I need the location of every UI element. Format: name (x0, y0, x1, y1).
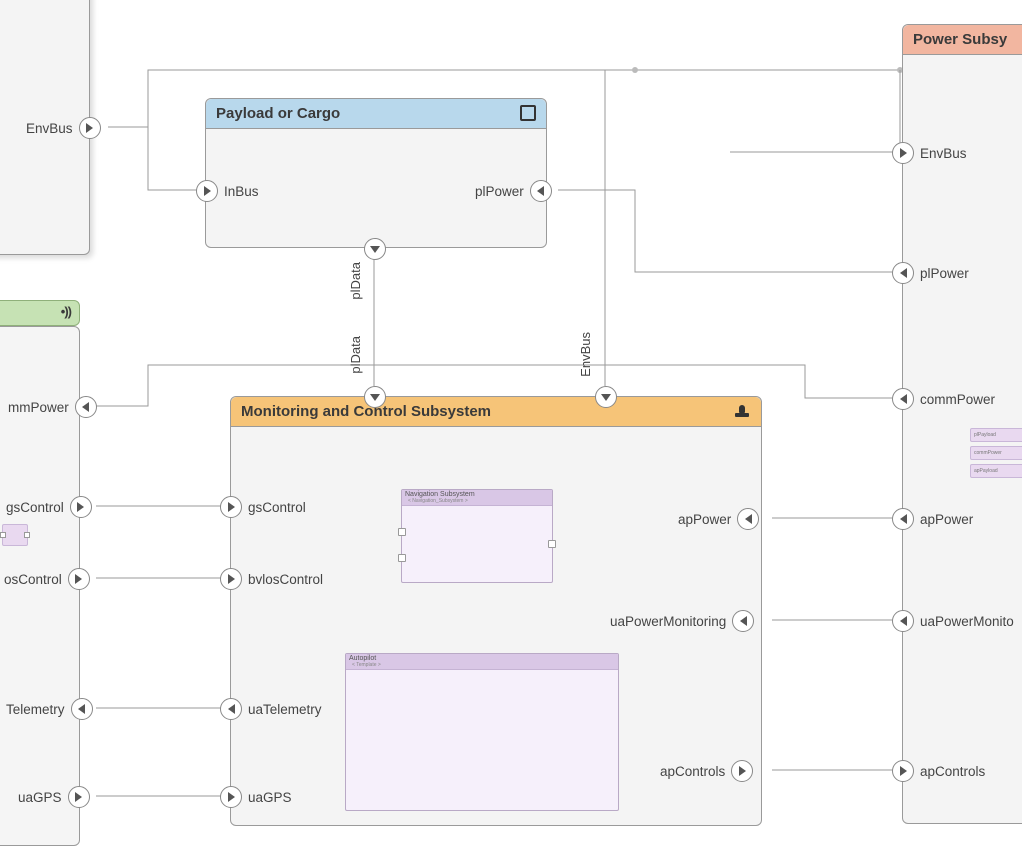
payload-block[interactable]: Payload or Cargo (205, 98, 547, 248)
pin-in-icon (220, 568, 242, 590)
port-monitor-envbus[interactable] (595, 386, 617, 408)
pin-out-icon (68, 786, 90, 808)
port-label: plPower (475, 184, 524, 199)
payload-title-text: Payload or Cargo (216, 105, 340, 122)
port-monitor-appower[interactable]: apPower (678, 508, 759, 530)
port-label: apPower (678, 512, 731, 527)
port-label: commPower (920, 392, 995, 407)
pin-out-icon (79, 117, 101, 139)
port-label: EnvBus (920, 146, 967, 161)
pin-down-icon (364, 386, 386, 408)
port-label: gsControl (248, 500, 306, 515)
port-label: uaPowerMonito (920, 614, 1014, 629)
port-envbus-out[interactable]: EnvBus (26, 117, 101, 139)
port-label: mmPower (8, 400, 69, 415)
port-label: InBus (224, 184, 259, 199)
payload-title: Payload or Cargo (206, 99, 546, 129)
pin-down-icon (364, 238, 386, 260)
port-monitor-bvloscontrol[interactable]: bvlosControl (220, 568, 323, 590)
port-label: osControl (4, 572, 62, 587)
port-monitor-uagps[interactable]: uaGPS (220, 786, 292, 808)
pin-out-icon (68, 568, 90, 590)
nav-thumb[interactable]: Navigation Subsystem < Navigation_Subsys… (401, 489, 553, 583)
port-label: apControls (920, 764, 985, 779)
green-block[interactable] (0, 300, 80, 326)
port-left-uagps[interactable]: uaGPS (18, 786, 90, 808)
pin-in-icon (892, 760, 914, 782)
port-payload-pldata-bottom[interactable] (364, 238, 386, 260)
port-left-telemetry[interactable]: Telemetry (6, 698, 93, 720)
pin-in-icon (71, 698, 93, 720)
port-power-uapowermon[interactable]: uaPowerMonito (892, 610, 1014, 632)
pin-in-icon (892, 142, 914, 164)
port-payload-inbus[interactable]: InBus (196, 180, 259, 202)
port-power-apcontrols[interactable]: apControls (892, 760, 985, 782)
pin-out-icon (892, 388, 914, 410)
port-power-commpower[interactable]: commPower (892, 388, 995, 410)
tiny-thumb (2, 524, 28, 546)
auto-thumb-title: Autopilot < Template > (346, 654, 618, 670)
power-mini-list: plPayload commPower apPayload (970, 428, 1022, 478)
port-monitor-apcontrols[interactable]: apControls (660, 760, 753, 782)
pin-in-icon (732, 610, 754, 632)
autopilot-thumb[interactable]: Autopilot < Template > (345, 653, 619, 811)
port-monitor-uapowermon[interactable]: uaPowerMonitoring (610, 610, 754, 632)
port-label: gsControl (6, 500, 64, 515)
port-label: plPower (920, 266, 969, 281)
envbus-vlabel: EnvBus (578, 332, 593, 377)
monitor-title: Monitoring and Control Subsystem (231, 397, 761, 427)
pin-out-icon (892, 610, 914, 632)
pin-in-icon (75, 396, 97, 418)
port-label: apPower (920, 512, 973, 527)
pin-out-icon (892, 508, 914, 530)
stamp-icon (733, 403, 751, 421)
port-power-envbus[interactable]: EnvBus (892, 142, 967, 164)
port-payload-plpower[interactable]: plPower (475, 180, 552, 202)
port-left-oscontrol[interactable]: osControl (4, 568, 90, 590)
port-label: uaGPS (248, 790, 292, 805)
port-power-appower[interactable]: apPower (892, 508, 973, 530)
pin-in-icon (196, 180, 218, 202)
power-title: Power Subsy (903, 25, 1022, 55)
port-label: bvlosControl (248, 572, 323, 587)
pin-in-icon (530, 180, 552, 202)
pldata-vlabel-lower: plData (348, 336, 363, 374)
nav-thumb-title: Navigation Subsystem < Navigation_Subsys… (402, 490, 552, 506)
port-label: uaGPS (18, 790, 62, 805)
pin-in-icon (737, 508, 759, 530)
port-mmpower[interactable]: mmPower (8, 396, 97, 418)
port-label: EnvBus (26, 121, 73, 136)
pin-out-icon (220, 698, 242, 720)
port-left-gscontrol[interactable]: gsControl (6, 496, 92, 518)
port-power-plpower[interactable]: plPower (892, 262, 969, 284)
pldata-vlabel-upper: plData (348, 262, 363, 300)
port-monitor-gscontrol[interactable]: gsControl (220, 496, 306, 518)
pin-out-icon (731, 760, 753, 782)
port-monitor-pldata[interactable] (364, 386, 386, 408)
broadcast-icon (61, 301, 79, 319)
pin-out-icon (892, 262, 914, 284)
port-label: apControls (660, 764, 725, 779)
pin-in-icon (220, 786, 242, 808)
pin-in-icon (220, 496, 242, 518)
port-monitor-uatelemetry[interactable]: uaTelemetry (220, 698, 322, 720)
port-label: Telemetry (6, 702, 65, 717)
power-title-text: Power Subsy (913, 31, 1007, 48)
port-label: uaTelemetry (248, 702, 322, 717)
pin-out-icon (70, 496, 92, 518)
variants-icon (520, 105, 536, 125)
port-label: uaPowerMonitoring (610, 614, 726, 629)
pin-down-icon (595, 386, 617, 408)
